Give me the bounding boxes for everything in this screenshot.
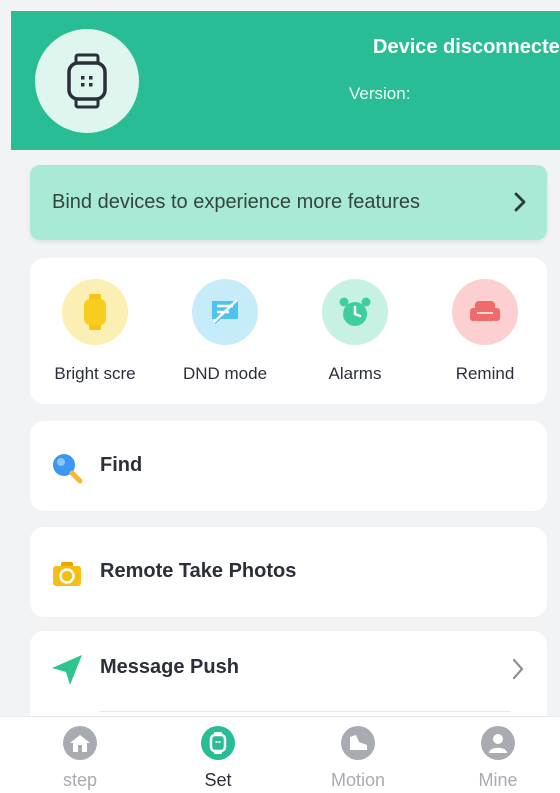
message-push-label: Message Push [100, 656, 239, 678]
watch-icon [67, 53, 107, 109]
tab-set[interactable]: Set [148, 717, 288, 793]
quick-action-label: Remind [455, 364, 515, 383]
send-arrow-icon [50, 653, 84, 687]
person-icon [481, 726, 515, 760]
quick-action-label: Alarms [328, 364, 382, 383]
dnd-icon-bg [192, 279, 258, 345]
quick-action-remind[interactable]: Remind [420, 258, 547, 404]
find-row[interactable]: Find [30, 421, 547, 511]
row-divider [100, 711, 511, 712]
device-status-text: Device disconnected [373, 36, 560, 58]
bottom-tab-bar: step Set Motion Mine [0, 716, 560, 793]
message-off-icon [212, 299, 238, 324]
bright-screen-icon-bg [62, 279, 128, 345]
quick-action-alarms[interactable]: Alarms [290, 258, 420, 404]
sofa-icon [470, 301, 500, 321]
find-label: Find [100, 454, 143, 476]
tab-label: step [62, 770, 98, 790]
alarm-clock-icon [339, 297, 371, 326]
tab-mine[interactable]: Mine [428, 717, 560, 793]
home-icon [63, 726, 97, 760]
quick-action-label: DND mode [182, 364, 268, 383]
tab-step[interactable]: step [10, 717, 150, 793]
quick-action-bright-screen[interactable]: Bright scre [30, 258, 160, 404]
remote-take-photos-row[interactable]: Remote Take Photos [30, 527, 547, 617]
device-header: Device disconnected Version: [11, 11, 560, 150]
bind-devices-banner[interactable]: Bind devices to experience more features [30, 165, 547, 240]
remind-icon-bg [452, 279, 518, 345]
shoe-icon [341, 726, 375, 760]
device-avatar[interactable] [35, 29, 139, 133]
search-icon [50, 451, 84, 485]
quick-action-dnd-mode[interactable]: DND mode [160, 258, 290, 404]
bind-devices-text: Bind devices to experience more features [52, 191, 420, 213]
alarms-icon-bg [322, 279, 388, 345]
camera-icon [50, 557, 84, 591]
chevron-right-icon [514, 192, 526, 212]
version-label: Version: [349, 84, 411, 103]
tab-label: Motion [330, 770, 386, 790]
tab-label: Set [204, 770, 232, 790]
watch-icon [201, 726, 235, 760]
chevron-right-icon [512, 658, 524, 680]
quick-actions-card: Bright scre DND mode Alarms Remind [30, 258, 547, 404]
remote-take-photos-label: Remote Take Photos [100, 560, 297, 582]
watch-icon [84, 294, 106, 330]
quick-action-label: Bright scre [54, 364, 136, 383]
tab-motion[interactable]: Motion [288, 717, 428, 793]
tab-label: Mine [478, 770, 518, 790]
